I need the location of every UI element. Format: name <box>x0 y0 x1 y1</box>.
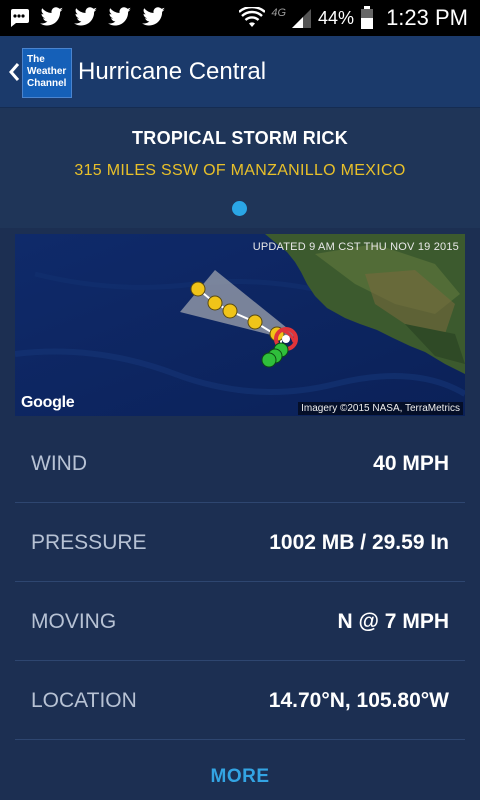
weather-channel-logo[interactable]: The Weather Channel <box>22 48 72 98</box>
storm-location: 315 MILES SSW OF MANZANILLO MEXICO <box>74 162 406 179</box>
battery-icon <box>361 6 374 29</box>
row-value: 14.70°N, 105.80°W <box>268 689 449 712</box>
details-row-moving: MOVING N @ 7 MPH <box>15 582 465 661</box>
forecast-point <box>247 314 263 330</box>
twitter-icon <box>40 7 63 26</box>
row-label: WIND <box>31 452 87 475</box>
messaging-icon <box>11 9 29 27</box>
status-bar: 4G 44% 1:23 PM <box>0 0 480 36</box>
logo-line: Weather <box>27 66 67 77</box>
details-row-pressure: PRESSURE 1002 MB / 29.59 In <box>15 503 465 582</box>
details-row-location: LOCATION 14.70°N, 105.80°W <box>15 661 465 740</box>
storm-track-map[interactable]: UPDATED 9 AM CST THU NOV 19 2015 Google … <box>15 234 465 416</box>
storm-header[interactable]: TROPICAL STORM RICK 315 MILES SSW OF MAN… <box>0 108 480 228</box>
row-value: 1002 MB / 29.59 In <box>269 531 449 554</box>
forecast-point <box>207 295 223 311</box>
page-indicator-dot <box>232 201 247 216</box>
wifi-icon <box>239 7 266 27</box>
map-updated-time: UPDATED 9 AM CST THU NOV 19 2015 <box>252 241 459 253</box>
logo-line: Channel <box>27 78 67 89</box>
notification-icons <box>8 6 166 28</box>
past-point <box>261 352 277 368</box>
storm-details: WIND 40 MPH PRESSURE 1002 MB / 29.59 In … <box>15 424 465 787</box>
app-bar: The Weather Channel Hurricane Central <box>0 36 480 108</box>
page-title: Hurricane Central <box>78 58 267 85</box>
forecast-point <box>222 303 238 319</box>
logo-line: The <box>27 54 45 65</box>
google-logo: Google <box>21 394 75 411</box>
more-button[interactable]: MORE <box>15 740 465 800</box>
row-label: LOCATION <box>31 689 137 712</box>
system-status: 4G 44% 1:23 PM <box>239 0 468 36</box>
row-label: MOVING <box>31 610 117 633</box>
twitter-icon <box>74 7 97 26</box>
map-attribution: Imagery ©2015 NASA, TerraMetrics <box>298 402 463 415</box>
map-imagery <box>15 234 465 416</box>
row-value: N @ 7 MPH <box>337 610 450 633</box>
row-value: 40 MPH <box>373 452 449 475</box>
network-type: 4G <box>271 7 287 19</box>
details-row-wind: WIND 40 MPH <box>15 424 465 503</box>
back-chevron-icon[interactable] <box>6 58 22 86</box>
signal-icon <box>292 9 312 28</box>
twitter-icon <box>142 7 165 26</box>
row-label: PRESSURE <box>31 531 147 554</box>
clock: 1:23 PM <box>386 5 468 30</box>
storm-name: TROPICAL STORM RICK <box>131 128 349 148</box>
forecast-point <box>190 281 206 297</box>
twitter-icon <box>108 7 131 26</box>
battery-percent: 44% <box>318 7 355 28</box>
